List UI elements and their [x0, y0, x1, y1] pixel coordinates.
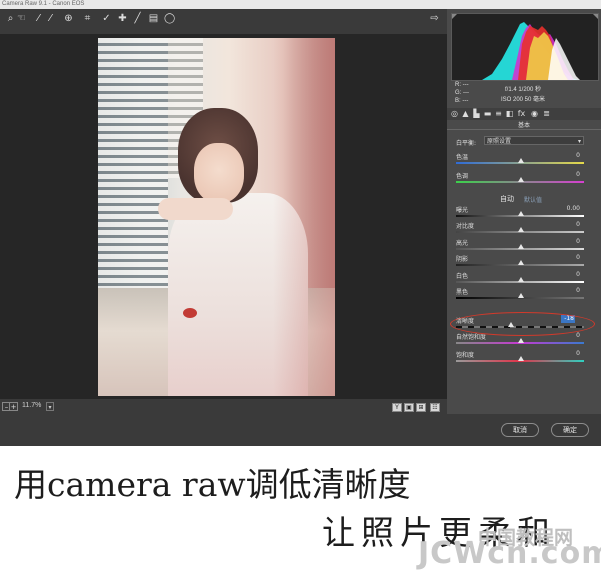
slider-label: 高光: [456, 240, 469, 247]
swap-view-icon[interactable]: ▣: [404, 403, 414, 412]
straighten-icon[interactable]: ✓: [101, 13, 112, 24]
slider-thumb[interactable]: [518, 277, 524, 282]
metadata-readout: R: --- G: --- B: --- f/1.4 1/200 秒 ISO 2…: [451, 80, 597, 108]
slider-label: 阴影: [456, 256, 469, 263]
white-balance-value: 原照设置: [487, 138, 512, 145]
slider-value[interactable]: 0: [556, 254, 580, 261]
crop-icon[interactable]: ⌗: [82, 13, 93, 24]
hand-icon[interactable]: ☜: [16, 13, 27, 24]
slider-label: 色调: [456, 173, 469, 180]
slider-thumb[interactable]: [518, 211, 524, 216]
slider-thumb[interactable]: [518, 356, 524, 361]
zoom-dropdown-icon[interactable]: ▾: [46, 402, 54, 411]
tab-split-toning-icon[interactable]: ≡: [494, 109, 503, 118]
slider-label: 饱和度: [456, 352, 475, 359]
zoom-level: 11.7%: [22, 402, 42, 409]
tab-basic-icon[interactable]: ◎: [450, 109, 459, 118]
histogram: [451, 13, 599, 81]
slider-thumb[interactable]: [518, 293, 524, 298]
slider-thumb[interactable]: [518, 158, 524, 163]
slider-thumb[interactable]: [518, 260, 524, 265]
targeted-adjust-icon[interactable]: ⊕: [63, 13, 74, 24]
caption-line-1: 用camera raw调低清晰度: [14, 465, 411, 504]
default-link[interactable]: 默认值: [524, 195, 542, 204]
tab-hsl-icon[interactable]: ▬: [483, 109, 492, 118]
slider-value[interactable]: 0: [556, 271, 580, 278]
slider-thumb[interactable]: [518, 177, 524, 182]
zoom-in-button[interactable]: +: [9, 402, 18, 411]
window-title: Camera Raw 9.1 - Canon EOS: [2, 1, 85, 7]
face: [194, 143, 244, 203]
panel-tabs: ◎ ▲ ▙ ▬ ≡ ◧ fx ◉ ≣: [447, 108, 601, 120]
wrist-bow: [183, 308, 197, 318]
status-bar: – + 11.7% ▾: [0, 399, 447, 414]
cancel-button[interactable]: 取消: [501, 423, 539, 437]
slider-value[interactable]: 0: [556, 287, 580, 294]
before-after-toggle-icon[interactable]: Y: [392, 403, 402, 412]
photo-preview: [98, 38, 335, 396]
slider-thumb[interactable]: [518, 338, 524, 343]
brush-icon[interactable]: ╱: [132, 13, 143, 24]
tab-camera-calibration-icon[interactable]: ◉: [530, 109, 539, 118]
zoom-icon[interactable]: ⌕: [5, 13, 16, 24]
window-titlebar: Camera Raw 9.1 - Canon EOS: [0, 0, 601, 9]
tab-tone-curve-icon[interactable]: ▲: [461, 109, 470, 118]
arm: [158, 198, 233, 220]
slider-value[interactable]: 0: [556, 350, 580, 357]
color-sampler-icon[interactable]: ⁄: [45, 13, 56, 24]
slider-value[interactable]: 0: [556, 152, 580, 159]
watermark-site-en: JCWcn.com: [418, 536, 601, 571]
slider-value[interactable]: 0: [556, 221, 580, 228]
radial-filter-icon[interactable]: ◯: [164, 13, 175, 24]
settings-view-icon[interactable]: ☷: [430, 403, 440, 412]
slider-label: 白色: [456, 273, 469, 280]
slider-label: 对比度: [456, 223, 475, 230]
histogram-graph: [452, 14, 598, 80]
camera-raw-window: Camera Raw 9.1 - Canon EOS ⌕ ☜ ⁄ ⁄ ⊕ ⌗ ✓…: [0, 0, 601, 446]
slider-value[interactable]: 0: [556, 238, 580, 245]
slider-label: 黑色: [456, 289, 469, 296]
window-blinds: [98, 38, 168, 288]
edge-haze: [273, 38, 335, 396]
chevron-down-icon: ▾: [577, 138, 581, 145]
tab-lens-icon[interactable]: ◧: [505, 109, 514, 118]
slider-thumb[interactable]: [518, 244, 524, 249]
tab-effects-icon[interactable]: fx: [517, 109, 526, 118]
tab-detail-icon[interactable]: ▙: [472, 109, 481, 118]
slider-value[interactable]: 0.00: [556, 205, 580, 212]
tab-presets-icon[interactable]: ≣: [542, 109, 551, 118]
spot-removal-icon[interactable]: ✚: [117, 13, 128, 24]
section-title: 基本: [447, 120, 601, 130]
toolbar: ⌕ ☜ ⁄ ⁄ ⊕ ⌗ ✓ ✚ ╱ ▤ ◯ ⇨: [0, 9, 447, 34]
slider-label: 色温: [456, 154, 469, 161]
rgb-g: G: ---: [455, 90, 469, 96]
auto-link[interactable]: 自动: [500, 194, 514, 204]
exposure-info: f/1.4 1/200 秒: [505, 87, 542, 93]
eyedropper-icon[interactable]: ⁄: [33, 13, 44, 24]
slider-value[interactable]: 0: [556, 171, 580, 178]
slider-thumb[interactable]: [518, 227, 524, 232]
rgb-r: R: ---: [455, 82, 469, 88]
rgb-b: B: ---: [455, 98, 469, 104]
iso-lens-info: ISO 200 50 毫米: [501, 97, 546, 103]
export-icon[interactable]: ⇨: [429, 13, 440, 24]
white-balance-label: 白平衡:: [456, 140, 477, 147]
copy-settings-icon[interactable]: ⊞: [416, 403, 426, 412]
white-balance-select[interactable]: 原照设置 ▾: [484, 136, 584, 145]
slider-label: 曝光: [456, 207, 469, 214]
clarity-highlight-ring: [450, 312, 595, 336]
ok-button[interactable]: 确定: [551, 423, 589, 437]
graduated-filter-icon[interactable]: ▤: [148, 13, 159, 24]
